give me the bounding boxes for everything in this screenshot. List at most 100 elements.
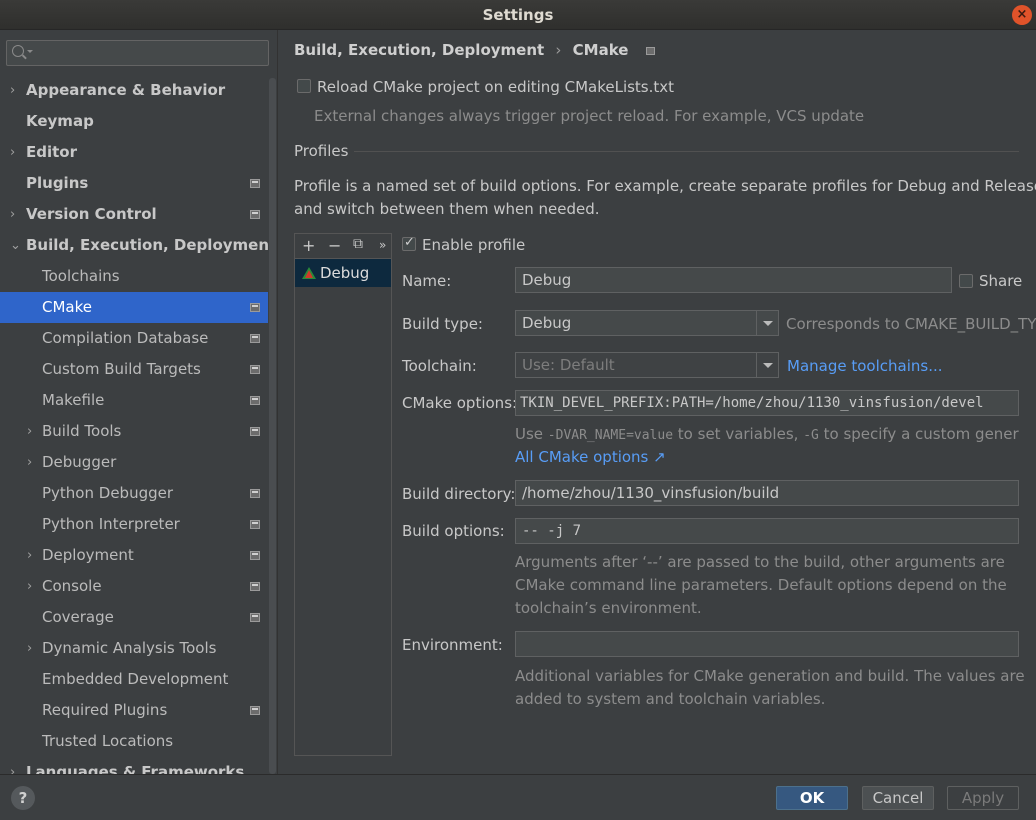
profiles-section-title: Profiles <box>294 142 349 160</box>
sidebar-item-label: Coverage <box>42 608 114 626</box>
project-scope-icon <box>250 582 260 591</box>
ok-button[interactable]: OK <box>776 786 848 810</box>
reload-cmake-checkbox[interactable] <box>297 79 311 93</box>
share-label: Share <box>979 272 1023 290</box>
settings-tree: › Appearance & Behavior Keymap › Editor Plugi… <box>0 75 276 774</box>
sidebar-item-cmake[interactable]: CMake <box>0 292 268 323</box>
project-scope-icon <box>250 210 260 219</box>
sidebar-item-toolchains[interactable]: Toolchains <box>0 261 268 292</box>
enable-profile-label: Enable profile <box>422 236 526 254</box>
sidebar-item-plugins[interactable]: Plugins <box>0 168 268 199</box>
copy-profile-button[interactable]: ⧉ <box>353 236 363 252</box>
sidebar-item-python-interpreter[interactable]: Python Interpreter <box>0 509 268 540</box>
toolchain-label: Toolchain: <box>402 357 477 375</box>
project-scope-icon <box>250 179 260 188</box>
cancel-button[interactable]: Cancel <box>862 786 934 810</box>
project-scope-icon <box>250 334 260 343</box>
build-options-hint-2: CMake command line parameters. Default o… <box>515 576 1007 594</box>
enable-profile-checkbox[interactable] <box>402 235 416 251</box>
sidebar-item-label: Deployment <box>42 546 134 564</box>
search-input[interactable] <box>6 40 269 66</box>
sidebar-scrollbar[interactable] <box>269 78 276 774</box>
sidebar-item-label: Trusted Locations <box>42 732 174 750</box>
share-checkbox[interactable] <box>959 274 973 288</box>
sidebar-item-editor[interactable]: › Editor <box>0 137 268 168</box>
build-options-field[interactable]: -- -j 7 <box>515 518 1019 544</box>
sidebar-item-coverage[interactable]: Coverage <box>0 602 268 633</box>
sidebar-item-console[interactable]: › Console <box>0 571 268 602</box>
environment-hint-1: Additional variables for CMake generatio… <box>515 667 1025 685</box>
project-scope-icon <box>250 365 260 374</box>
sidebar-item-version-control[interactable]: › Version Control <box>0 199 268 230</box>
build-directory-field[interactable]: /home/zhou/1130_vinsfusion/build <box>515 480 1019 506</box>
hint-text: to specify a custom generator <box>823 425 1019 443</box>
title-bar: Settings × <box>0 0 1036 30</box>
close-button[interactable]: × <box>1012 5 1032 25</box>
sidebar-item-label: Build Tools <box>42 422 122 440</box>
sidebar-item-label: Required Plugins <box>42 701 168 719</box>
reload-cmake-label: Reload CMake project on editing CMakeLis… <box>317 78 675 96</box>
sidebar-item-custom-build-targets[interactable]: Custom Build Targets <box>0 354 268 385</box>
chevron-right-icon[interactable]: › <box>27 633 32 664</box>
chevron-down-icon <box>756 353 778 377</box>
sidebar-item-label: Plugins <box>26 174 89 192</box>
sidebar-item-makefile[interactable]: Makefile <box>0 385 268 416</box>
section-divider <box>354 151 1019 152</box>
sidebar-item-compilation-database[interactable]: Compilation Database <box>0 323 268 354</box>
toolchain-select[interactable]: Use: Default <box>515 352 779 378</box>
chevron-right-icon[interactable]: › <box>10 199 15 230</box>
profile-item-debug[interactable]: Debug <box>295 259 391 287</box>
manage-toolchains-link[interactable]: Manage toolchains... <box>787 357 943 375</box>
chevron-right-icon[interactable]: › <box>10 757 15 774</box>
apply-button[interactable]: Apply <box>947 786 1019 810</box>
environment-field[interactable] <box>515 631 1019 657</box>
chevron-down-icon[interactable]: ⌄ <box>10 230 21 261</box>
cmake-settings-panel: Build, Execution, Deployment › CMake Rel… <box>279 30 1036 774</box>
profiles-list: + − ⧉ » Debug <box>294 233 392 756</box>
build-type-value: Debug <box>522 314 572 332</box>
close-icon: × <box>1016 7 1028 22</box>
chevron-right-icon[interactable]: › <box>10 75 15 106</box>
build-type-select[interactable]: Debug <box>515 310 779 336</box>
project-scope-icon <box>250 303 260 312</box>
sidebar-item-python-debugger[interactable]: Python Debugger <box>0 478 268 509</box>
remove-profile-button[interactable]: − <box>328 236 341 255</box>
build-options-label: Build options: <box>402 522 505 540</box>
all-cmake-options-link[interactable]: All CMake options ↗ <box>515 448 666 466</box>
sidebar-item-debugger[interactable]: › Debugger <box>0 447 268 478</box>
more-actions-button[interactable]: » <box>379 238 386 252</box>
sidebar-item-build-tools[interactable]: › Build Tools <box>0 416 268 447</box>
cmake-options-hint: Use -DVAR_NAME=value to set variables, -… <box>515 425 1019 443</box>
profiles-toolbar: + − ⧉ » <box>295 234 391 259</box>
sidebar-item-build-execution-deployment[interactable]: ⌄ Build, Execution, Deployment <box>0 230 276 261</box>
sidebar-item-appearance-behavior[interactable]: › Appearance & Behavior <box>0 75 268 106</box>
chevron-right-icon[interactable]: › <box>27 416 32 447</box>
sidebar-item-deployment[interactable]: › Deployment <box>0 540 268 571</box>
chevron-down-icon <box>27 50 33 53</box>
environment-label: Environment: <box>402 636 503 654</box>
breadcrumb-parent[interactable]: Build, Execution, Deployment <box>294 41 544 59</box>
sidebar-item-required-plugins[interactable]: Required Plugins <box>0 695 268 726</box>
add-profile-button[interactable]: + <box>302 236 315 255</box>
profiles-description-2: and switch between them when needed. <box>294 200 600 218</box>
chevron-right-icon[interactable]: › <box>10 137 15 168</box>
build-type-label: Build type: <box>402 315 483 333</box>
sidebar-item-languages-frameworks[interactable]: › Languages & Frameworks <box>0 757 268 774</box>
toolchain-value: Use: Default <box>522 356 615 374</box>
help-button[interactable]: ? <box>11 786 35 810</box>
sidebar-item-label: Languages & Frameworks <box>26 763 245 774</box>
chevron-right-icon[interactable]: › <box>27 447 32 478</box>
cmake-options-field[interactable]: TKIN_DEVEL_PREFIX:PATH=/home/zhou/1130_v… <box>515 390 1019 416</box>
sidebar-item-trusted-locations[interactable]: Trusted Locations <box>0 726 268 757</box>
sidebar-item-embedded-development[interactable]: Embedded Development <box>0 664 268 695</box>
chevron-right-icon[interactable]: › <box>27 540 32 571</box>
name-field[interactable]: Debug <box>515 267 952 293</box>
chevron-right-icon[interactable]: › <box>27 571 32 602</box>
sidebar-item-label: Python Interpreter <box>42 515 180 533</box>
window-title: Settings <box>482 6 554 24</box>
sidebar-item-label: Python Debugger <box>42 484 174 502</box>
sidebar-item-keymap[interactable]: Keymap <box>0 106 268 137</box>
sidebar-item-label: Compilation Database <box>42 329 209 347</box>
sidebar-item-dynamic-analysis-tools[interactable]: › Dynamic Analysis Tools <box>0 633 268 664</box>
sidebar-item-label: Embedded Development <box>42 670 229 688</box>
